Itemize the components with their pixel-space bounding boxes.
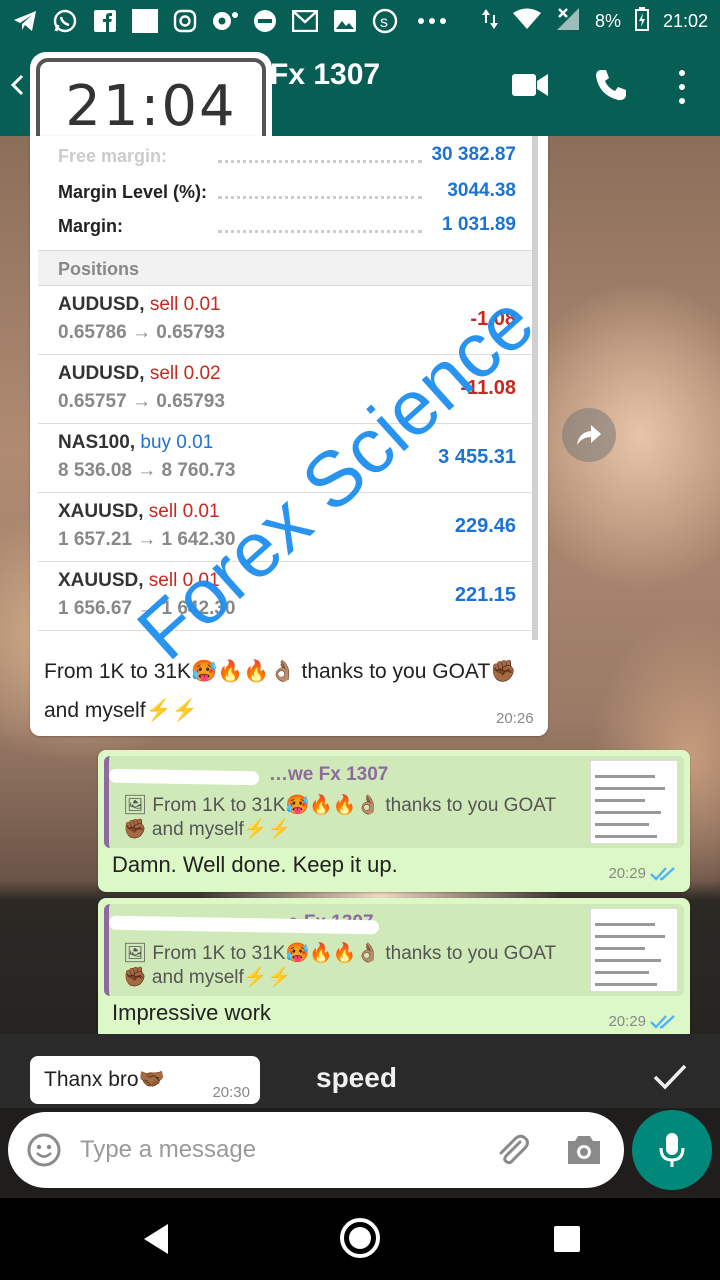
gmail-icon (292, 8, 318, 34)
status-time: 21:02 (662, 10, 708, 31)
emoji-icon[interactable] (26, 1132, 62, 1168)
whatsapp-icon (52, 8, 78, 34)
message-text: Thanx bro🤝🏾 (44, 1068, 165, 1091)
message-time: 20:29 (608, 1013, 646, 1030)
outgoing-message[interactable]: …a Fx 1307 🖼 From 1K to 31K🥵🔥🔥👌🏽 thanks … (98, 898, 690, 1040)
forward-icon[interactable] (562, 408, 616, 462)
quoted-text: 🖼 From 1K to 31K🥵🔥🔥👌🏽 thanks to you GOAT… (123, 943, 556, 988)
message-time: 20:30 (212, 1084, 250, 1101)
quoted-text: 🖼 From 1K to 31K🥵🔥🔥👌🏽 thanks to you GOAT… (123, 795, 556, 840)
instagram-icon (172, 8, 198, 34)
nav-back-icon[interactable] (140, 1222, 172, 1256)
check-icon[interactable] (652, 1062, 688, 1092)
quoted-thumbnail (590, 760, 678, 844)
message-caption: From 1K to 31K🥵🔥🔥👌🏽 thanks to you GOAT✊🏾… (44, 660, 517, 722)
image-icon (132, 9, 158, 33)
battery-icon (634, 6, 649, 36)
mic-icon[interactable] (632, 1110, 712, 1190)
account-row: Margin: 1 031.89 (58, 214, 516, 236)
message-text: Damn. Well done. Keep it up. (112, 852, 398, 877)
dnd-icon (252, 8, 278, 34)
chat-title[interactable]: Fx 1307 (270, 58, 380, 92)
battery-percent: 8% (594, 10, 621, 31)
status-bar: s 8% 21:02 (0, 0, 720, 42)
account-row: Margin Level (%): 3044.38 (58, 180, 516, 202)
svg-text:s: s (380, 14, 388, 31)
read-receipt-icon (650, 1014, 678, 1030)
nav-home-icon[interactable] (340, 1218, 380, 1258)
navigation-bar (0, 1198, 720, 1280)
attach-icon[interactable] (492, 1130, 532, 1170)
redaction-scribble (108, 768, 260, 786)
outgoing-message[interactable]: …we Fx 1307 🖼 From 1K to 31K🥵🔥🔥👌🏽 thanks… (98, 750, 690, 892)
data-icon (481, 7, 499, 36)
wifi-icon (512, 8, 541, 35)
message-composer (8, 1112, 624, 1188)
skype-icon: s (372, 8, 398, 34)
read-receipt-icon (650, 866, 678, 882)
facebook-icon (92, 8, 118, 34)
camera-icon[interactable] (564, 1132, 604, 1168)
telegram-icon (12, 8, 38, 34)
account-row: Free margin: 30 382.87 (58, 144, 516, 166)
video-call-icon[interactable] (512, 72, 548, 98)
signal-icon (555, 7, 581, 36)
positions-header: Positions (38, 250, 532, 286)
quoted-message[interactable]: …we Fx 1307 🖼 From 1K to 31K🥵🔥🔥👌🏽 thanks… (104, 756, 684, 848)
back-arrow-icon[interactable] (10, 74, 24, 103)
overflow-menu-icon[interactable] (672, 70, 692, 104)
more-icon (412, 8, 452, 34)
suggestion-label[interactable]: speed (316, 1062, 397, 1094)
quoted-thumbnail (590, 908, 678, 992)
quoted-message[interactable]: …a Fx 1307 🖼 From 1K to 31K🥵🔥🔥👌🏽 thanks … (104, 904, 684, 996)
message-time: 20:29 (608, 865, 646, 882)
quoted-sender: …we Fx 1307 (269, 764, 389, 785)
message-input[interactable] (80, 1130, 470, 1170)
notification-icon (212, 8, 238, 34)
nav-recents-icon[interactable] (554, 1226, 580, 1252)
message-time: 20:26 (496, 710, 534, 727)
message-text: Impressive work (112, 1000, 271, 1025)
incoming-message[interactable]: Thanx bro🤝🏾 20:30 (30, 1056, 260, 1104)
gallery-icon (332, 8, 358, 34)
voice-call-icon[interactable] (594, 68, 628, 102)
